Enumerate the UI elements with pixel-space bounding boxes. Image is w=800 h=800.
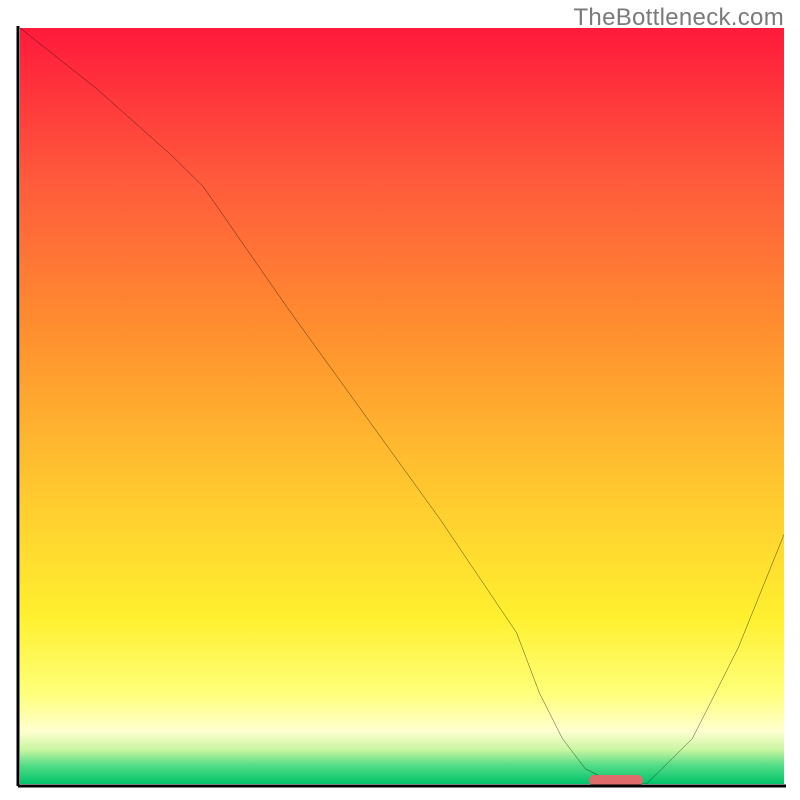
plot-area (20, 28, 784, 784)
chart-container: TheBottleneck.com (0, 0, 800, 800)
optimal-range-marker (589, 775, 642, 786)
bottleneck-curve (20, 28, 784, 784)
